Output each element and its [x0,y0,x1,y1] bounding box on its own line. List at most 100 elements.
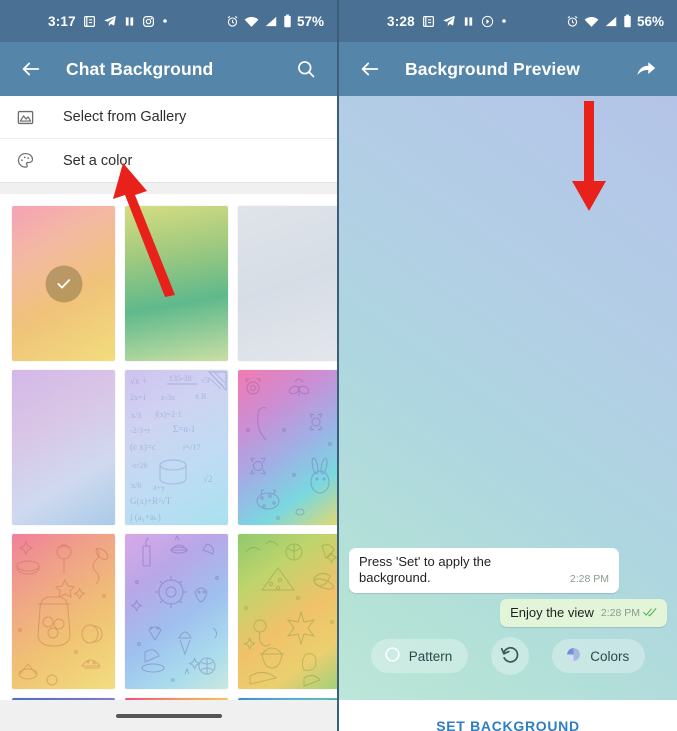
reset-chip[interactable] [491,637,530,675]
wallpaper-thumbnail-4[interactable] [12,370,115,525]
wallpaper-thumbnail-7[interactable] [12,534,115,689]
palette-icon [16,151,44,170]
instagram-icon [142,15,155,28]
search-icon[interactable] [289,52,323,86]
right-status-bar: 3:28 56% [339,0,677,42]
circle-outline-icon [384,646,401,666]
svg-text:r³√17: r³√17 [183,443,200,452]
animals-doodle-pattern [245,378,332,520]
wallpaper-thumbnail-1[interactable] [12,206,115,361]
signal-icon [604,15,618,28]
arrow-back-icon[interactable] [14,52,48,86]
chat-bubble-incoming: Press 'Set' to apply the background. 2:2… [349,548,619,593]
menu-item-label: Select from Gallery [63,109,187,125]
wallpaper-thumbnail-5[interactable]: √x + 135-38 √3 2x=1 z-3x π B x/3 ∫(x)=2·… [125,370,228,525]
chip-label: Colors [590,648,630,664]
svg-text:∫(x)=2·1: ∫(x)=2·1 [154,410,182,419]
wallpaper-thumbnail-6[interactable] [238,370,337,525]
telegram-icon [103,14,117,28]
message-timestamp: 2:28 PM [569,573,609,586]
left-phone-screen: 3:17 57% Chat Background Select from Gal… [0,0,339,731]
play-circle-icon [481,15,494,28]
wallpaper-thumbnail-8[interactable] [125,534,228,689]
message-row-outgoing: Enjoy the view 2:28 PM [339,598,677,633]
svg-text:G(x)+R³√T: G(x)+R³√T [130,496,172,506]
battery-icon [623,14,632,28]
background-options-list: Select from Gallery Set a color [0,96,337,182]
share-icon[interactable] [629,52,663,86]
dot-icon [501,18,507,24]
message-text: Enjoy the view [510,604,594,620]
wifi-icon [584,15,599,28]
food-doodle-pattern [16,540,109,686]
svg-text:-2/3=r: -2/3=r [130,426,150,435]
chat-bubbles: Press 'Set' to apply the background. 2:2… [339,548,677,633]
color-wheel-icon [565,646,582,666]
left-status-bar: 3:17 57% [0,0,337,42]
selected-check-badge [45,265,82,302]
svg-text:2x=1: 2x=1 [130,393,147,402]
system-navigation-bar [0,700,337,731]
alarm-icon [226,15,239,28]
svg-text:√3: √3 [201,376,209,385]
svg-text:x/3: x/3 [131,411,141,420]
alarm-icon [566,15,579,28]
wallpaper-thumbnail-9[interactable] [238,534,337,689]
menu-item-label: Set a color [63,152,133,169]
pattern-chip[interactable]: Pattern [370,639,469,673]
chip-label: Pattern [408,648,453,664]
svg-text:π B: π B [195,392,206,401]
left-bottom-area [0,700,337,731]
svg-text:√2: √2 [203,474,212,484]
set-background-button[interactable]: SET BACKGROUND [339,700,677,731]
signal-icon [264,15,278,28]
status-bar-clock: 3:17 [48,13,76,29]
wallpaper-thumbnail-3[interactable] [238,206,337,361]
svg-text:a+y: a+y [153,483,165,492]
dot-icon [162,18,168,24]
reset-icon [500,644,521,668]
message-timestamp: 2:28 PM [600,607,640,620]
wallpaper-grid: √x + 135-38 √3 2x=1 z-3x π B x/3 ∫(x)=2·… [0,194,337,731]
svg-text:(c x)=c: (c x)=c [130,442,156,452]
right-phone-screen: 3:28 56% Background Preview Press 'Set' … [339,0,677,731]
arrow-back-icon[interactable] [353,52,387,86]
message-text: Press 'Set' to apply the background. [359,554,492,586]
menu-item-select-from-gallery[interactable]: Select from Gallery [0,96,337,139]
gesture-home-pill[interactable] [115,713,222,718]
background-preview-canvas[interactable]: Press 'Set' to apply the background. 2:2… [339,96,677,700]
status-bar-left-cluster: 3:28 [387,14,507,29]
status-bar-left-cluster: 3:17 [48,14,168,29]
svg-text:z-3x: z-3x [161,393,175,402]
wallpaper-thumbnail-2[interactable] [125,206,228,361]
svg-text:Σ=n-1: Σ=n-1 [173,424,195,434]
status-bar-right-cluster: 57% [226,14,324,29]
battery-percent-label: 57% [296,13,324,29]
chat-bubble-outgoing: Enjoy the view 2:28 PM [500,598,667,627]
pause-icon [463,15,474,28]
math-doodle-pattern: √x + 135-38 √3 2x=1 z-3x π B x/3 ∫(x)=2·… [129,371,227,523]
menu-item-set-a-color[interactable]: Set a color [0,139,337,182]
colors-chip[interactable]: Colors [552,639,646,673]
svg-text:∫ (a₁+aₖ): ∫ (a₁+aₖ) [129,512,161,523]
battery-percent-label: 56% [636,13,664,29]
section-divider [0,182,337,194]
message-row-incoming: Press 'Set' to apply the background. 2:2… [339,548,677,599]
left-app-bar: Chat Background [0,42,337,96]
svg-text:135-38: 135-38 [169,374,192,383]
notes-icon [83,15,96,28]
svg-text:√x +: √x + [130,376,147,386]
message-meta: 2:28 PM [570,573,609,586]
page-title: Chat Background [66,58,214,79]
party-doodle-pattern [130,534,219,682]
check-icon [57,279,71,289]
status-bar-clock: 3:28 [387,13,415,29]
message-meta: 2:28 PM [601,607,657,621]
food-doodle-pattern [243,540,337,687]
preview-controls: Pattern Colors [339,637,677,675]
image-icon [16,108,44,127]
wifi-icon [244,15,259,28]
status-bar-right-cluster: 56% [566,14,664,29]
svg-text:x/6: x/6 [131,481,141,490]
svg-text:-c/26: -c/26 [131,461,147,470]
